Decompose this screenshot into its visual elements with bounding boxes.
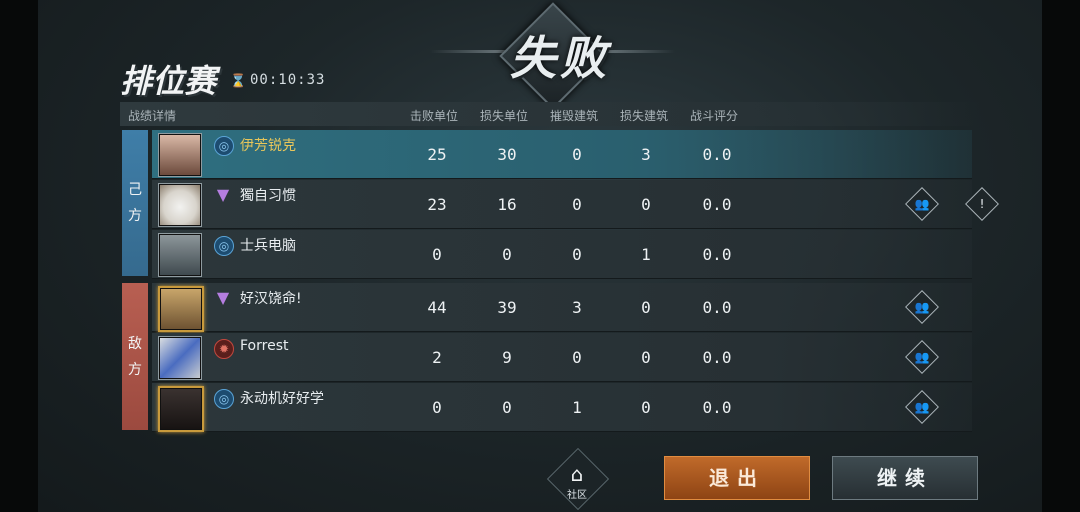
stat-lost-buildings: 3 (641, 145, 651, 164)
stat-lost-buildings: 0 (641, 298, 651, 317)
add-friend-button[interactable]: 👥 (905, 390, 939, 424)
stat-score: 0.0 (702, 348, 732, 367)
stat-kills: 0 (432, 398, 442, 417)
home-icon: ⌂ (570, 462, 584, 486)
stat-score: 0.0 (702, 245, 732, 264)
add-friend-button[interactable]: 👥 (905, 340, 939, 374)
report-icon: ! (979, 197, 985, 211)
stat-score: 0.0 (702, 145, 732, 164)
rank-icon: ✹ (214, 339, 234, 359)
avatar[interactable] (158, 336, 202, 380)
avatar[interactable] (158, 233, 202, 277)
col-header-destroyed-buildings: 摧毁建筑 (550, 109, 599, 123)
team-label-enemy: 敌方 (122, 283, 148, 430)
stat-destroyed: 0 (572, 245, 582, 264)
stat-losses: 16 (497, 195, 517, 214)
player-row-1: ◎ 伊芳锐克 25 30 0 3 0.0 (152, 130, 972, 179)
avatar[interactable] (158, 386, 204, 432)
left-letterbox (0, 0, 38, 512)
col-header-score: 战斗评分 (690, 109, 739, 123)
stat-score: 0.0 (702, 298, 732, 317)
stat-losses: 0 (502, 398, 512, 417)
player-row-2: ▼ 獨自习惯 23 16 0 0 0.0 👥 ! (152, 180, 999, 229)
add-friend-icon: 👥 (914, 350, 930, 364)
stat-destroyed: 0 (572, 145, 582, 164)
col-header-losses: 损失单位 (480, 109, 529, 123)
player-row-5: ✹ Forrest 2 9 0 0 0.0 👥 (152, 333, 972, 382)
rank-icon: ◎ (214, 136, 234, 156)
player-name: Forrest (240, 338, 289, 354)
stat-destroyed: 0 (572, 348, 582, 367)
add-friend-button[interactable]: 👥 (905, 290, 939, 324)
player-name: 永动机好好学 (240, 391, 324, 407)
stat-destroyed: 0 (572, 195, 582, 214)
stat-lost-buildings: 0 (641, 398, 651, 417)
stat-kills: 2 (432, 348, 442, 367)
rank-icon: ◎ (214, 236, 234, 256)
add-friend-icon: 👥 (914, 400, 930, 414)
rank-icon: ▼ (216, 185, 230, 204)
stat-score: 0.0 (702, 195, 732, 214)
stat-kills: 0 (432, 245, 442, 264)
col-header-kills: 击败单位 (410, 109, 459, 123)
add-friend-icon: 👥 (914, 300, 930, 314)
add-friend-icon: 👥 (914, 197, 930, 211)
stat-losses: 30 (497, 145, 517, 164)
stat-losses: 9 (502, 348, 512, 367)
rank-icon: ▼ (216, 288, 230, 307)
stat-kills: 23 (427, 195, 447, 214)
exit-button[interactable]: 退出 (664, 456, 810, 500)
stat-losses: 0 (502, 245, 512, 264)
player-name: 獨自习惯 (240, 188, 296, 204)
stat-destroyed: 1 (572, 398, 582, 417)
avatar[interactable] (158, 286, 204, 332)
rank-icon: ◎ (214, 389, 234, 409)
stat-kills: 44 (427, 298, 447, 317)
player-row-3: ◎ 士兵电脑 0 0 0 1 0.0 (152, 230, 972, 279)
avatar[interactable] (158, 183, 202, 227)
stat-score: 0.0 (702, 398, 732, 417)
avatar[interactable] (158, 133, 202, 177)
col-header-lost-buildings: 损失建筑 (620, 109, 669, 123)
player-name: 伊芳锐克 (240, 138, 296, 154)
stat-destroyed: 3 (572, 298, 582, 317)
stat-losses: 39 (497, 298, 517, 317)
player-row-6: ◎ 永动机好好学 0 0 1 0 0.0 👥 (152, 383, 972, 432)
col-header-details: 战绩详情 (128, 109, 177, 123)
result-title: 失败 (510, 31, 610, 85)
mode-title: 排位赛 (120, 62, 217, 100)
hourglass-icon: ⌛ (230, 74, 247, 89)
continue-button[interactable]: 继续 (832, 456, 978, 500)
stat-lost-buildings: 0 (641, 348, 651, 367)
stat-lost-buildings: 0 (641, 195, 651, 214)
community-label: 社区 (567, 490, 587, 501)
add-friend-button[interactable]: 👥 (905, 187, 939, 221)
team-label-own: 己方 (122, 130, 148, 276)
stat-kills: 25 (427, 145, 447, 164)
player-row-4: ▼ 好汉饶命! 44 39 3 0 0.0 👥 (152, 283, 972, 332)
player-name: 好汉饶命! (240, 291, 302, 307)
match-timer: 00:10:33 (250, 72, 326, 88)
right-letterbox (1042, 0, 1080, 512)
stat-lost-buildings: 1 (641, 245, 651, 264)
player-name: 士兵电脑 (240, 238, 296, 254)
